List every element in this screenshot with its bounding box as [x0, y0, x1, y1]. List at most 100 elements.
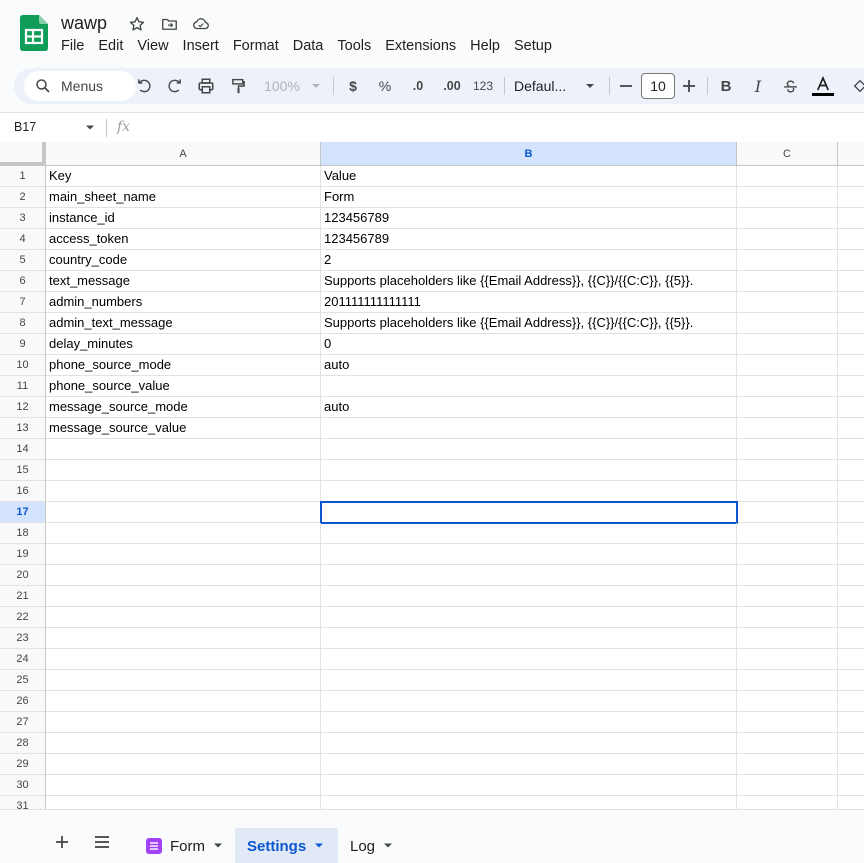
row-header-18[interactable]: 18: [0, 523, 46, 544]
cell-a9[interactable]: delay_minutes: [46, 334, 321, 355]
star-icon[interactable]: [126, 14, 148, 34]
cell-b22[interactable]: [321, 607, 737, 628]
row-header-31[interactable]: 31: [0, 796, 46, 809]
cell-a22[interactable]: [46, 607, 321, 628]
cell-c22[interactable]: [737, 607, 838, 628]
cell-b7[interactable]: 201111111111111: [321, 292, 737, 313]
tab-log[interactable]: Log: [340, 828, 403, 863]
cell-c6[interactable]: [737, 271, 838, 292]
cell-d18[interactable]: [838, 523, 864, 544]
font-size-input[interactable]: 10: [641, 73, 675, 99]
row-header-24[interactable]: 24: [0, 649, 46, 670]
cell-b18[interactable]: [321, 523, 737, 544]
menu-tools[interactable]: Tools: [330, 37, 378, 55]
cell-c30[interactable]: [737, 775, 838, 796]
cell-a29[interactable]: [46, 754, 321, 775]
cell-d14[interactable]: [838, 439, 864, 460]
column-header-b[interactable]: B: [321, 142, 737, 166]
column-header-a[interactable]: A: [46, 142, 321, 166]
cell-c17[interactable]: [737, 502, 838, 523]
cell-a13[interactable]: message_source_value: [46, 418, 321, 439]
row-header-20[interactable]: 20: [0, 565, 46, 586]
cell-a24[interactable]: [46, 649, 321, 670]
increase-decimal-button[interactable]: .00: [438, 74, 466, 98]
cell-b14[interactable]: [321, 439, 737, 460]
cell-a26[interactable]: [46, 691, 321, 712]
bold-button[interactable]: B: [716, 74, 736, 98]
cell-c1[interactable]: [737, 166, 838, 187]
cell-a12[interactable]: message_source_mode: [46, 397, 321, 418]
increase-font-size-button[interactable]: [680, 74, 698, 98]
select-all-corner[interactable]: [0, 142, 46, 166]
name-box[interactable]: B17: [14, 120, 36, 134]
cell-a11[interactable]: phone_source_value: [46, 376, 321, 397]
cell-b11[interactable]: [321, 376, 737, 397]
cell-d1[interactable]: [838, 166, 864, 187]
cell-c13[interactable]: [737, 418, 838, 439]
cell-d17[interactable]: [838, 502, 864, 523]
paint-format-button[interactable]: [226, 74, 250, 98]
cell-a8[interactable]: admin_text_message: [46, 313, 321, 334]
zoom-chevron-down-icon[interactable]: [308, 74, 324, 98]
cell-b15[interactable]: [321, 460, 737, 481]
cell-b12[interactable]: auto: [321, 397, 737, 418]
cell-a31[interactable]: [46, 796, 321, 809]
cell-c23[interactable]: [737, 628, 838, 649]
row-header-30[interactable]: 30: [0, 775, 46, 796]
spreadsheet-grid[interactable]: A B C 1 Key Value 2 main_sheet_name Form 3 inst…: [0, 142, 864, 809]
tab-settings-chevron-down-icon[interactable]: [314, 842, 324, 850]
cell-d6[interactable]: [838, 271, 864, 292]
cell-c9[interactable]: [737, 334, 838, 355]
row-header-21[interactable]: 21: [0, 586, 46, 607]
cell-a18[interactable]: [46, 523, 321, 544]
add-sheet-button[interactable]: [54, 834, 70, 850]
strikethrough-button[interactable]: [779, 74, 801, 98]
row-header-1[interactable]: 1: [0, 166, 46, 187]
cell-a25[interactable]: [46, 670, 321, 691]
tab-form[interactable]: Form: [136, 828, 233, 863]
cell-c4[interactable]: [737, 229, 838, 250]
cell-d26[interactable]: [838, 691, 864, 712]
row-header-11[interactable]: 11: [0, 376, 46, 397]
cell-d19[interactable]: [838, 544, 864, 565]
cell-b16[interactable]: [321, 481, 737, 502]
cell-c28[interactable]: [737, 733, 838, 754]
cell-b21[interactable]: [321, 586, 737, 607]
cell-b3[interactable]: 123456789: [321, 208, 737, 229]
cell-d29[interactable]: [838, 754, 864, 775]
cell-b30[interactable]: [321, 775, 737, 796]
menu-edit[interactable]: Edit: [91, 37, 130, 55]
cell-d24[interactable]: [838, 649, 864, 670]
row-header-26[interactable]: 26: [0, 691, 46, 712]
cell-b26[interactable]: [321, 691, 737, 712]
cell-a7[interactable]: admin_numbers: [46, 292, 321, 313]
cell-c14[interactable]: [737, 439, 838, 460]
cell-a1[interactable]: Key: [46, 166, 321, 187]
cell-c19[interactable]: [737, 544, 838, 565]
cell-d11[interactable]: [838, 376, 864, 397]
row-header-3[interactable]: 3: [0, 208, 46, 229]
cell-c24[interactable]: [737, 649, 838, 670]
cell-c29[interactable]: [737, 754, 838, 775]
more-formats-button[interactable]: 123: [470, 74, 496, 98]
cell-d15[interactable]: [838, 460, 864, 481]
cell-d20[interactable]: [838, 565, 864, 586]
cell-c21[interactable]: [737, 586, 838, 607]
document-title[interactable]: wawp: [61, 13, 107, 34]
menu-file[interactable]: File: [54, 37, 91, 55]
cell-b5[interactable]: 2: [321, 250, 737, 271]
cell-d22[interactable]: [838, 607, 864, 628]
menu-help[interactable]: Help: [463, 37, 507, 55]
cell-a15[interactable]: [46, 460, 321, 481]
cell-b13[interactable]: [321, 418, 737, 439]
row-header-27[interactable]: 27: [0, 712, 46, 733]
row-header-9[interactable]: 9: [0, 334, 46, 355]
text-color-button[interactable]: [811, 73, 835, 99]
cell-d13[interactable]: [838, 418, 864, 439]
all-sheets-button[interactable]: [93, 834, 111, 850]
cell-a17[interactable]: [46, 502, 321, 523]
cell-d30[interactable]: [838, 775, 864, 796]
row-header-19[interactable]: 19: [0, 544, 46, 565]
cell-b23[interactable]: [321, 628, 737, 649]
row-header-5[interactable]: 5: [0, 250, 46, 271]
